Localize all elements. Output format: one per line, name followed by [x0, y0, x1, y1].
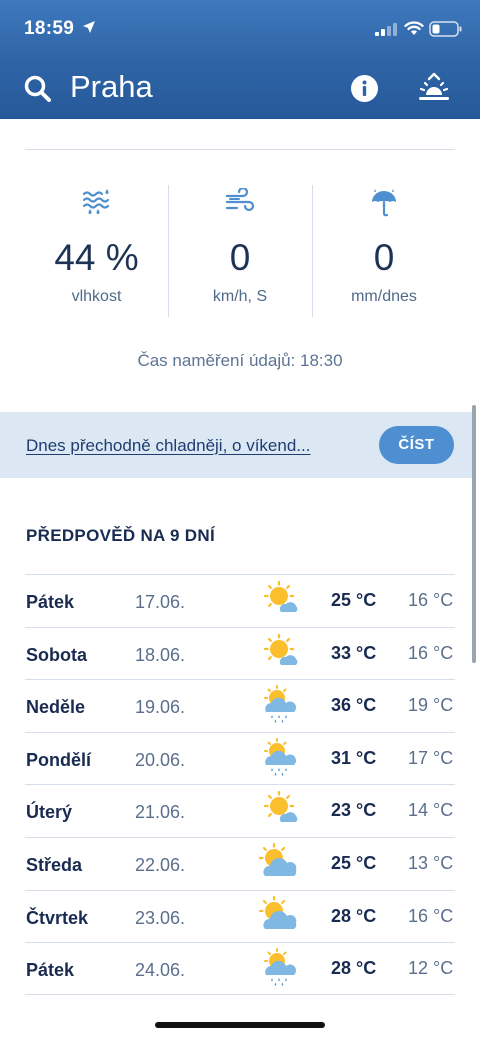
info-icon[interactable] [350, 74, 379, 103]
forecast-high-temp: 31 °C [331, 747, 377, 768]
forecast-row[interactable]: Pátek 17.06. 25 °C 16 °C [25, 574, 455, 627]
partly-cloudy-icon [259, 895, 297, 929]
forecast-low-temp: 16 °C [408, 642, 454, 663]
sun-cloud-rain-icon [264, 948, 297, 986]
search-icon[interactable] [23, 74, 53, 104]
forecast-date: 18.06. [135, 644, 186, 665]
humidity-icon [82, 189, 109, 214]
read-button[interactable]: ČÍST [379, 426, 454, 464]
wifi-icon [404, 21, 424, 35]
forecast-date: 24.06. [135, 960, 186, 981]
article-link[interactable]: Dnes přechodně chladněji, o víkend... [26, 436, 310, 456]
city-name[interactable]: Praha [70, 69, 153, 105]
forecast-row[interactable]: Pondělí 20.06. 31 °C 17 °C [25, 731, 455, 785]
sunrise-icon[interactable] [418, 72, 450, 102]
humidity-stat: 44 % vlhkost [25, 185, 168, 317]
home-indicator[interactable] [155, 1022, 325, 1028]
forecast-high-temp: 25 °C [331, 590, 377, 610]
umbrella-icon [372, 189, 396, 217]
scrollbar[interactable] [472, 405, 476, 663]
sunny-cloud-icon [263, 633, 298, 665]
partly-cloudy-icon [259, 842, 297, 876]
status-bar: 18:59 [0, 0, 480, 58]
forecast-date: 20.06. [135, 749, 186, 770]
forecast-title: PŘEDPOVĚĎ NA 9 DNÍ [26, 526, 215, 545]
forecast-low-temp: 16 °C [408, 590, 454, 610]
forecast-high-temp: 25 °C [331, 852, 377, 873]
forecast-high-temp: 28 °C [331, 905, 377, 926]
wind-value: 0 [229, 237, 251, 278]
wind-icon [225, 188, 255, 212]
forecast-row[interactable]: Čtvrtek 23.06. 28 °C 16 °C [25, 889, 455, 943]
sunny-cloud-icon [263, 580, 298, 612]
status-time: 18:59 [24, 18, 75, 39]
precipitation-label: mm/dnes [351, 288, 417, 305]
forecast-low-temp: 16 °C [408, 905, 454, 926]
app-header: 18:59 Praha [0, 0, 480, 119]
forecast-day: Sobota [26, 644, 87, 665]
divider [25, 149, 455, 150]
forecast-low-temp: 17 °C [408, 747, 454, 768]
forecast-row[interactable]: Pátek 24.06. 28 °C 12 °C [25, 942, 455, 995]
precipitation-value: 0 [373, 237, 395, 278]
forecast-day: Čtvrtek [26, 907, 89, 928]
forecast-row[interactable]: Neděle 19.06. 36 °C 19 °C [25, 679, 455, 732]
forecast-day: Neděle [26, 697, 86, 718]
forecast-date: 22.06. [135, 854, 186, 875]
forecast-low-temp: 14 °C [408, 800, 454, 821]
forecast-date: 21.06. [135, 802, 186, 823]
forecast-low-temp: 12 °C [408, 958, 454, 979]
sunny-cloud-icon [263, 791, 298, 823]
precipitation-stat: 0 mm/dnes [312, 185, 455, 317]
forecast-row[interactable]: Středa 22.06. 25 °C 13 °C [25, 836, 455, 890]
battery-icon [429, 21, 462, 37]
forecast-day: Úterý [26, 802, 73, 823]
forecast-high-temp: 28 °C [331, 958, 377, 979]
cellular-signal-icon [375, 23, 397, 36]
forecast-day: Pátek [26, 592, 75, 612]
wind-stat: 0 km/h, S [168, 185, 311, 317]
forecast-low-temp: 13 °C [408, 852, 454, 873]
sun-cloud-rain-icon [264, 737, 297, 776]
current-conditions: 44 % vlhkost 0 km/h, S 0 mm/dnes [25, 185, 455, 317]
forecast-date: 23.06. [135, 907, 186, 928]
forecast-high-temp: 33 °C [331, 642, 377, 663]
forecast-row[interactable]: Úterý 21.06. 23 °C 14 °C [25, 784, 455, 837]
forecast-day: Středa [26, 854, 83, 875]
forecast-list: Pátek 17.06. 25 °C 16 °C Sobota 18.06. 33 °C 16… [25, 574, 455, 995]
nav-bar: Praha [0, 58, 480, 118]
article-banner[interactable]: Dnes přechodně chladněji, o víkend... ČÍ… [0, 412, 475, 478]
forecast-high-temp: 23 °C [331, 800, 377, 821]
forecast-high-temp: 36 °C [331, 695, 377, 716]
wind-label: km/h, S [212, 288, 268, 305]
measurement-time: Čas naměření údajů: 18:30 [137, 351, 343, 370]
location-arrow-icon [83, 21, 95, 33]
forecast-date: 19.06. [135, 697, 186, 718]
humidity-value: 44 % [54, 237, 139, 278]
forecast-day: Pátek [26, 960, 75, 981]
forecast-date: 17.06. [135, 592, 186, 612]
forecast-day: Pondělí [26, 749, 92, 770]
forecast-low-temp: 19 °C [408, 695, 454, 716]
humidity-label: vlhkost [71, 288, 122, 305]
sun-cloud-rain-icon [264, 685, 297, 723]
forecast-row[interactable]: Sobota 18.06. 33 °C 16 °C [25, 626, 455, 680]
